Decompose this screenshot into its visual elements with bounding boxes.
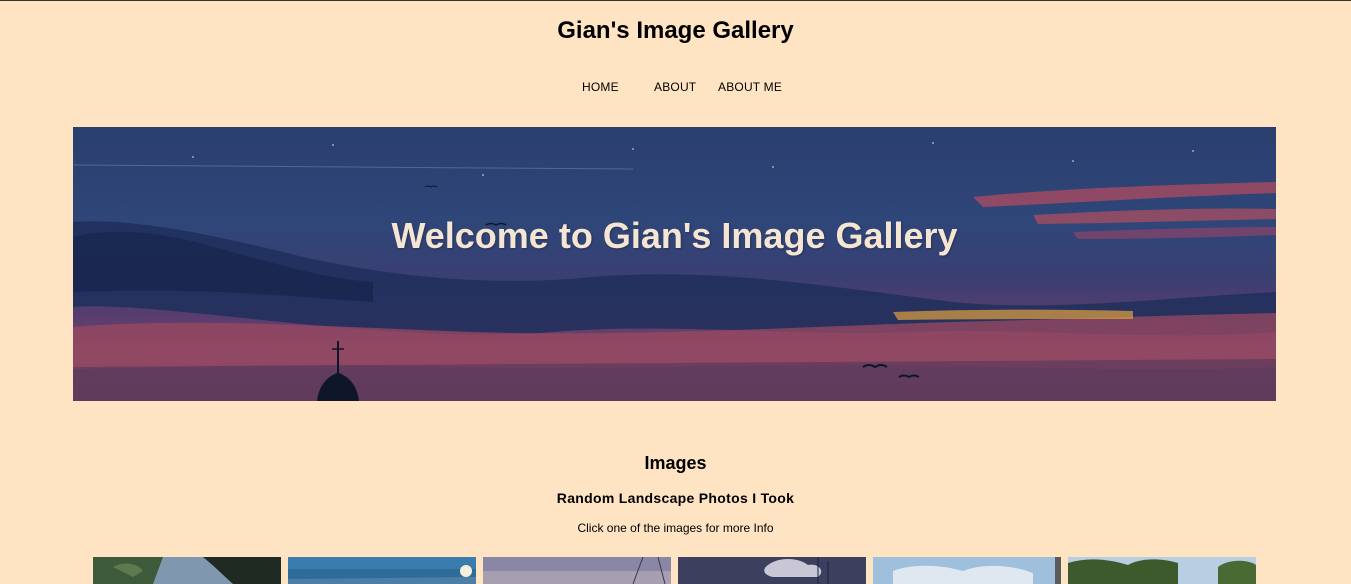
hero-sky-illustration xyxy=(73,142,1276,401)
nav-home-link[interactable]: HOME xyxy=(582,80,619,94)
gallery-heading: Images xyxy=(644,453,707,473)
image-thumbnail-5[interactable] xyxy=(873,557,1061,584)
gallery-instruction: Click one of the images for more Info xyxy=(577,521,774,535)
image-thumbnail-6[interactable] xyxy=(1068,557,1256,584)
site-title: Gian's Image Gallery xyxy=(557,17,794,44)
image-thumbnail-3[interactable] xyxy=(483,557,671,584)
image-thumbnail-grid xyxy=(93,557,1256,584)
image-thumbnail-1[interactable] xyxy=(93,557,281,584)
nav-about-me-link[interactable]: ABOUT ME xyxy=(718,80,782,94)
nav-about-link[interactable]: ABOUT xyxy=(654,80,696,94)
hero-title: Welcome to Gian's Image Gallery xyxy=(391,215,958,256)
main-nav: HOME ABOUT ABOUT ME xyxy=(0,80,1351,98)
hero-banner: Welcome to Gian's Image Gallery xyxy=(73,127,1276,401)
image-thumbnail-4[interactable] xyxy=(678,557,866,584)
gallery-subheading: Random Landscape Photos I Took xyxy=(556,490,795,506)
image-thumbnail-2[interactable] xyxy=(288,557,476,584)
